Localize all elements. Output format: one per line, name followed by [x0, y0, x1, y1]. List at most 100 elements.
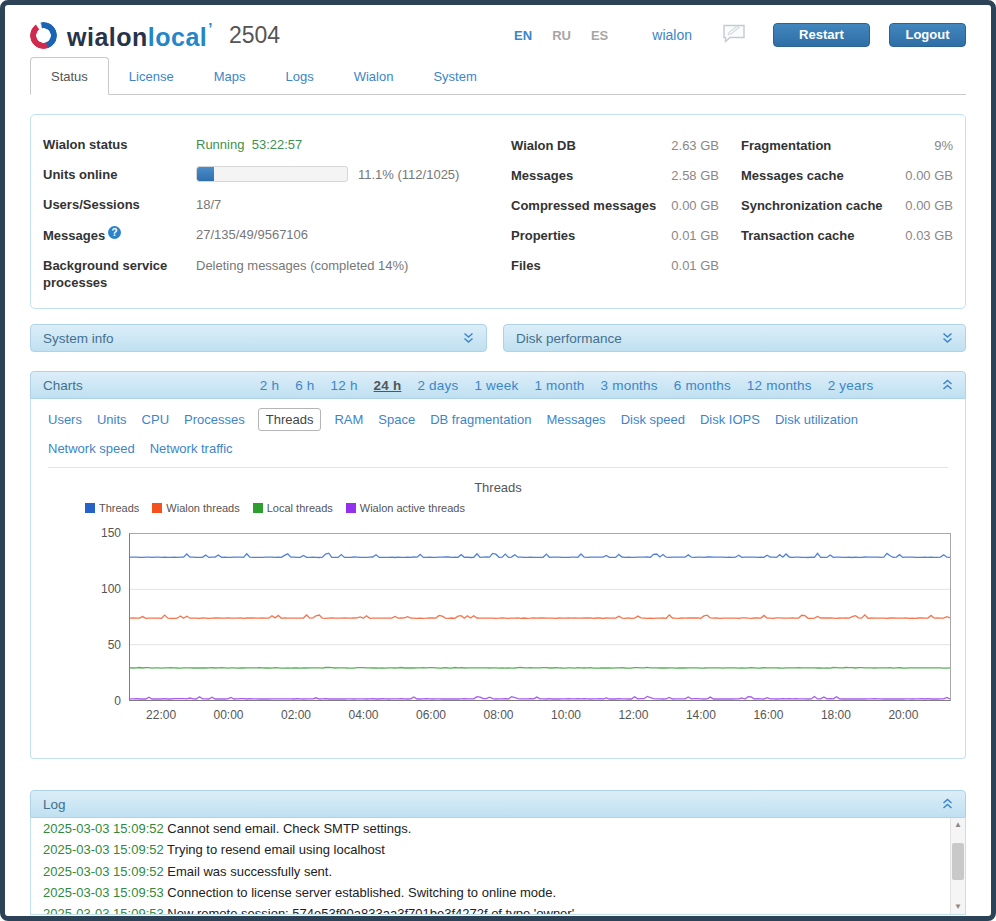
collapse-log-icon[interactable] — [942, 798, 953, 810]
chart-type-tab[interactable]: Processes — [184, 409, 245, 430]
x-tick-label: 20:00 — [888, 708, 918, 722]
logo-primary: wialon — [67, 23, 148, 51]
chart-type-tab[interactable]: CPU — [142, 409, 169, 430]
feedback-chat-icon[interactable] — [722, 23, 747, 47]
time-range-link[interactable]: 3 months — [601, 378, 658, 393]
charts-panel-header: Charts 2 h 6 h 12 h 24 h 2 days 1 week 1 month… — [30, 371, 966, 399]
legend-label: Wialon active threads — [360, 502, 465, 514]
log-timestamp: 2025-03-03 15:09:53 — [43, 885, 164, 900]
main-tab[interactable]: System — [413, 58, 496, 94]
legend-label: Wialon threads — [166, 502, 239, 514]
units-online-value: 11.1% (112/1025) — [358, 166, 459, 183]
chart-type-tabs: Users Units CPU Processes Threads RAM Space DB … — [48, 409, 948, 468]
chart-type-tab[interactable]: Disk IOPS — [700, 409, 760, 430]
log-timestamp: 2025-03-03 15:09:52 — [43, 821, 164, 836]
chart-plot-area: 050100150 22:0000:0002:0004:0006:0008:00… — [129, 533, 951, 701]
scroll-down-arrow[interactable]: ▼ — [951, 900, 965, 914]
status-cache-column: Fragmentation 9% Messages cache 0.00 GB … — [741, 123, 953, 298]
log-timestamp: 2025-03-03 15:09:52 — [43, 842, 164, 857]
chart-type-tab[interactable]: DB fragmentation — [430, 409, 531, 430]
charts-title: Charts — [43, 378, 83, 393]
chart-type-tab[interactable]: Network speed — [48, 438, 135, 459]
legend-swatch — [346, 503, 356, 513]
chart-type-tab[interactable]: Space — [378, 409, 415, 430]
main-tab[interactable]: Wialon — [334, 58, 414, 94]
user-account-link[interactable]: wialon — [652, 27, 692, 43]
main-tab[interactable]: Maps — [194, 58, 266, 94]
time-range-link[interactable]: 6 h — [295, 378, 314, 393]
main-tab[interactable]: Logs — [265, 58, 333, 94]
chart-type-tab[interactable]: Network traffic — [150, 438, 233, 459]
header-right: EN RU ES wialon Restart Logout — [514, 23, 966, 47]
system-info-title: System info — [43, 331, 114, 346]
legend-item: Wialon threads — [152, 502, 239, 514]
time-range-link[interactable]: 2 h — [260, 378, 279, 393]
time-range-link[interactable]: 2 years — [828, 378, 874, 393]
log-entry: 2025-03-03 15:09:52 Email was successful… — [43, 861, 941, 882]
chart-type-tab[interactable]: Threads — [258, 408, 322, 431]
legend-label: Local threads — [267, 502, 333, 514]
chart-type-tab[interactable]: RAM — [334, 409, 363, 430]
chart-type-tab[interactable]: Units — [97, 409, 127, 430]
main-tab[interactable]: Status — [30, 57, 109, 95]
time-range-link[interactable]: 6 months — [674, 378, 731, 393]
background-processes-label: Background service processes — [43, 257, 196, 291]
expand-disk-performance-icon[interactable] — [942, 332, 953, 344]
restart-button[interactable]: Restart — [773, 23, 870, 47]
status-db-column: Wialon DB 2.63 GB Messages 2.58 GB Compr… — [511, 123, 719, 298]
log-message: Cannot send email. Check SMTP settings. — [167, 821, 411, 836]
y-tick-label: 50 — [81, 638, 121, 652]
legend-swatch — [152, 503, 162, 513]
scroll-up-arrow[interactable]: ▲ — [951, 818, 965, 832]
logout-button[interactable]: Logout — [889, 23, 966, 47]
expand-system-info-icon[interactable] — [463, 332, 474, 344]
x-tick-label: 06:00 — [416, 708, 446, 722]
legend-item: Threads — [85, 502, 139, 514]
time-range-link[interactable]: 1 week — [474, 378, 518, 393]
legend-item: Local threads — [253, 502, 333, 514]
db-row: Compressed messages 0.00 GB — [511, 198, 719, 213]
log-entry: 2025-03-03 15:09:52 Trying to resend ema… — [43, 839, 941, 860]
users-sessions-value: 18/7 — [196, 196, 221, 213]
y-tick-label: 0 — [81, 694, 121, 708]
chart-type-tab[interactable]: Users — [48, 409, 82, 430]
chart-type-tab[interactable]: Messages — [546, 409, 605, 430]
x-tick-label: 10:00 — [551, 708, 581, 722]
db-row: Messages 2.58 GB — [511, 168, 719, 183]
log-message: Trying to resend email using localhost — [167, 842, 385, 857]
language-link[interactable]: RU — [552, 28, 571, 43]
logo-wordmark: wialonlocalʼ — [67, 19, 213, 52]
main-tab[interactable]: License — [109, 58, 194, 94]
time-range-link[interactable]: 2 days — [417, 378, 458, 393]
log-timestamp: 2025-03-03 15:09:52 — [43, 864, 164, 879]
collapse-charts-icon[interactable] — [942, 379, 953, 391]
users-sessions-label: Users/Sessions — [43, 196, 196, 213]
time-range-link[interactable]: 12 h — [331, 378, 358, 393]
disk-performance-panel-header[interactable]: Disk performance — [503, 324, 966, 352]
plot-frame — [129, 533, 951, 701]
charts-panel: Charts 2 h 6 h 12 h 24 h 2 days 1 week 1 month… — [30, 371, 966, 759]
scrollbar-thumb[interactable] — [952, 843, 964, 880]
app-window: wialonlocalʼ 2504 ENRUES wialon Restart … — [0, 0, 996, 921]
language-switch: EN RU ES — [514, 26, 628, 44]
time-range-link[interactable]: 24 h — [374, 378, 402, 393]
log-scrollbar[interactable]: ▲ ▼ — [950, 818, 965, 914]
log-message: Connection to license server established… — [167, 885, 556, 900]
language-link[interactable]: EN — [514, 28, 532, 43]
cache-row: Messages cache 0.00 GB — [741, 168, 953, 183]
units-online-label: Units online — [43, 166, 196, 183]
log-body: 2025-03-03 15:09:52 Cannot send email. C… — [30, 818, 966, 915]
time-range-link[interactable]: 12 months — [747, 378, 812, 393]
time-range-link[interactable]: 1 month — [534, 378, 584, 393]
chart-type-tab[interactable]: Disk speed — [621, 409, 685, 430]
chart-type-tab[interactable]: Disk utilization — [775, 409, 858, 430]
system-info-panel-header[interactable]: System info — [30, 324, 487, 352]
db-row: Properties 0.01 GB — [511, 228, 719, 243]
messages-help-icon[interactable]: ? — [108, 226, 121, 239]
x-tick-label: 16:00 — [753, 708, 783, 722]
cache-row: Fragmentation 9% — [741, 138, 953, 153]
language-link[interactable]: ES — [591, 28, 608, 43]
x-tick-label: 14:00 — [686, 708, 716, 722]
chart-legend: Threads Wialon threads Local threads — [85, 502, 948, 514]
header: wialonlocalʼ 2504 ENRUES wialon Restart … — [30, 5, 966, 55]
